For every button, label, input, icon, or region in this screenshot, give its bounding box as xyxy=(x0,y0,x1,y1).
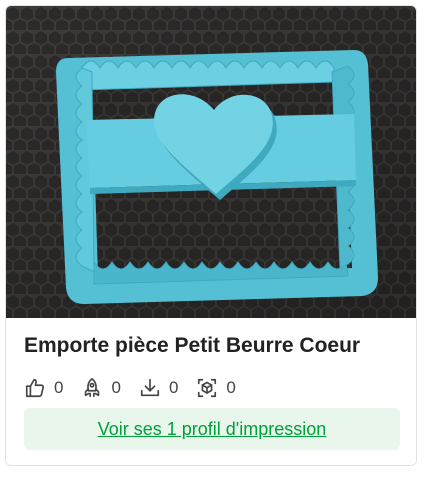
model-card: Emporte pièce Petit Beurre Coeur 0 0 0 0… xyxy=(5,5,417,466)
cube-print-icon xyxy=(198,378,217,398)
rocket-icon xyxy=(85,378,100,398)
download-icon xyxy=(140,378,160,397)
print-profile-label[interactable]: Voir ses 1 profil d'impression xyxy=(98,419,327,440)
model-thumbnail[interactable] xyxy=(6,6,417,318)
prints-stat[interactable]: 0 xyxy=(196,377,236,399)
likes-count: 0 xyxy=(54,378,64,397)
boosts-stat[interactable]: 0 xyxy=(81,377,121,399)
likes-stat[interactable]: 0 xyxy=(24,377,63,399)
model-title[interactable]: Emporte pièce Petit Beurre Coeur xyxy=(24,334,360,358)
prints-count: 0 xyxy=(226,378,236,397)
model-stats: 0 0 0 0 xyxy=(24,375,254,401)
print-profile-button[interactable]: Voir ses 1 profil d'impression xyxy=(24,408,400,450)
boosts-count: 0 xyxy=(111,378,121,397)
thumbs-up-icon xyxy=(25,378,45,398)
downloads-count: 0 xyxy=(168,378,179,397)
downloads-stat[interactable]: 0 xyxy=(139,377,178,399)
